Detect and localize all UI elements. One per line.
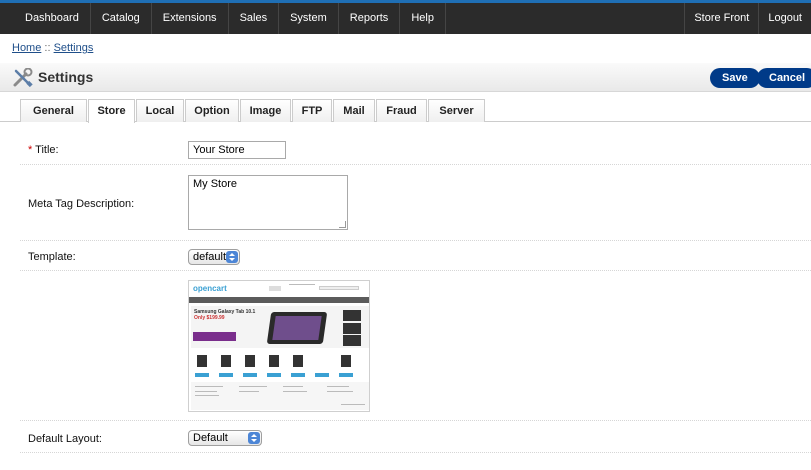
menu-system[interactable]: System <box>279 3 339 34</box>
store-title-input[interactable] <box>188 141 286 159</box>
meta-description-textarea[interactable]: My Store <box>188 175 348 230</box>
breadcrumb-settings-link[interactable]: Settings <box>54 42 94 54</box>
title-label-text: Title: <box>32 144 59 156</box>
title-row: * Title: <box>20 133 811 165</box>
preview-cart <box>195 373 209 377</box>
user-menu: Store Front Logout <box>684 3 811 34</box>
meta-description-label: Meta Tag Description: <box>28 198 135 210</box>
tab-ftp[interactable]: FTP <box>292 99 332 122</box>
preview-thumb <box>343 335 361 346</box>
menu-reports[interactable]: Reports <box>339 3 401 34</box>
page-heading: Settings Save Cancel <box>0 63 811 92</box>
breadcrumb-separator: :: <box>44 42 51 54</box>
preview-thumb <box>343 310 361 321</box>
preview-cart <box>339 373 353 377</box>
preview-product <box>269 355 279 367</box>
preview-cart <box>219 373 233 377</box>
preview-line <box>341 404 365 405</box>
preview-banner-price: Only $199.99 <box>194 315 225 321</box>
template-preview-image: opencart Samsung Galaxy Tab 10.1 Only $1… <box>188 280 370 412</box>
preview-cart <box>291 373 305 377</box>
preview-line <box>195 395 219 396</box>
tab-local[interactable]: Local <box>136 99 184 122</box>
title-label: * Title: <box>28 144 59 156</box>
menu-catalog[interactable]: Catalog <box>91 3 152 34</box>
resize-grip-icon[interactable] <box>339 221 346 228</box>
preview-product <box>197 355 207 367</box>
template-select[interactable]: default <box>188 249 240 265</box>
tab-server[interactable]: Server <box>428 99 485 122</box>
preview-promo <box>193 332 236 341</box>
save-button[interactable]: Save <box>710 68 760 88</box>
preview-product <box>293 355 303 367</box>
preview-header: opencart <box>189 281 369 295</box>
preview-banner: Samsung Galaxy Tab 10.1 Only $199.99 <box>191 306 369 348</box>
preview-nav <box>189 297 369 303</box>
tab-image[interactable]: Image <box>240 99 291 122</box>
main-menu: Dashboard Catalog Extensions Sales Syste… <box>14 3 446 34</box>
tab-option[interactable]: Option <box>185 99 239 122</box>
preview-line <box>327 386 349 387</box>
preview-thumb <box>343 323 361 334</box>
preview-line <box>195 386 223 387</box>
preview-line <box>195 391 217 392</box>
select-arrows-icon <box>226 251 238 263</box>
tab-store[interactable]: Store <box>88 99 135 123</box>
default-layout-select-value: Default <box>193 432 228 444</box>
breadcrumb-home-link[interactable]: Home <box>12 42 41 54</box>
preview-logo: opencart <box>193 284 227 293</box>
settings-tabs: General Store Local Option Image FTP Mai… <box>0 97 811 123</box>
cancel-button[interactable]: Cancel <box>757 68 811 88</box>
preview-line <box>283 391 307 392</box>
tools-icon <box>13 68 33 88</box>
template-label: Template: <box>28 251 76 263</box>
default-layout-select[interactable]: Default <box>188 430 262 446</box>
select-arrows-icon <box>248 432 260 444</box>
template-select-value: default <box>193 251 227 263</box>
preview-line <box>283 386 303 387</box>
preview-product <box>245 355 255 367</box>
preview-cart <box>315 373 329 377</box>
store-front-link[interactable]: Store Front <box>684 3 758 34</box>
preview-tablet <box>266 312 328 344</box>
menu-extensions[interactable]: Extensions <box>152 3 229 34</box>
meta-description-text: My Store <box>193 178 238 190</box>
preview-line <box>239 391 259 392</box>
tab-general[interactable]: General <box>20 99 87 122</box>
top-navigation-bar: Dashboard Catalog Extensions Sales Syste… <box>0 0 811 34</box>
preview-search <box>319 286 359 290</box>
preview-line <box>289 284 315 285</box>
preview-line <box>327 391 353 392</box>
preview-product <box>341 355 351 367</box>
preview-cart <box>267 373 281 377</box>
menu-sales[interactable]: Sales <box>229 3 280 34</box>
logout-link[interactable]: Logout <box>758 3 811 34</box>
preview-footer <box>191 382 369 410</box>
meta-description-row: Meta Tag Description: My Store <box>20 165 811 241</box>
preview-line <box>239 386 267 387</box>
preview-widget <box>269 286 281 291</box>
breadcrumb: Home :: Settings <box>12 42 93 54</box>
preview-products <box>191 351 369 381</box>
default-layout-label: Default Layout: <box>28 433 102 445</box>
default-layout-row: Default Layout: Default <box>20 421 811 453</box>
tab-mail[interactable]: Mail <box>333 99 375 122</box>
template-row: Template: default <box>20 241 811 271</box>
template-preview-row: opencart Samsung Galaxy Tab 10.1 Only $1… <box>20 271 811 421</box>
preview-cart <box>243 373 257 377</box>
preview-product <box>221 355 231 367</box>
tab-fraud[interactable]: Fraud <box>376 99 427 122</box>
menu-dashboard[interactable]: Dashboard <box>14 3 91 34</box>
page-title: Settings <box>38 69 94 85</box>
menu-help[interactable]: Help <box>400 3 446 34</box>
